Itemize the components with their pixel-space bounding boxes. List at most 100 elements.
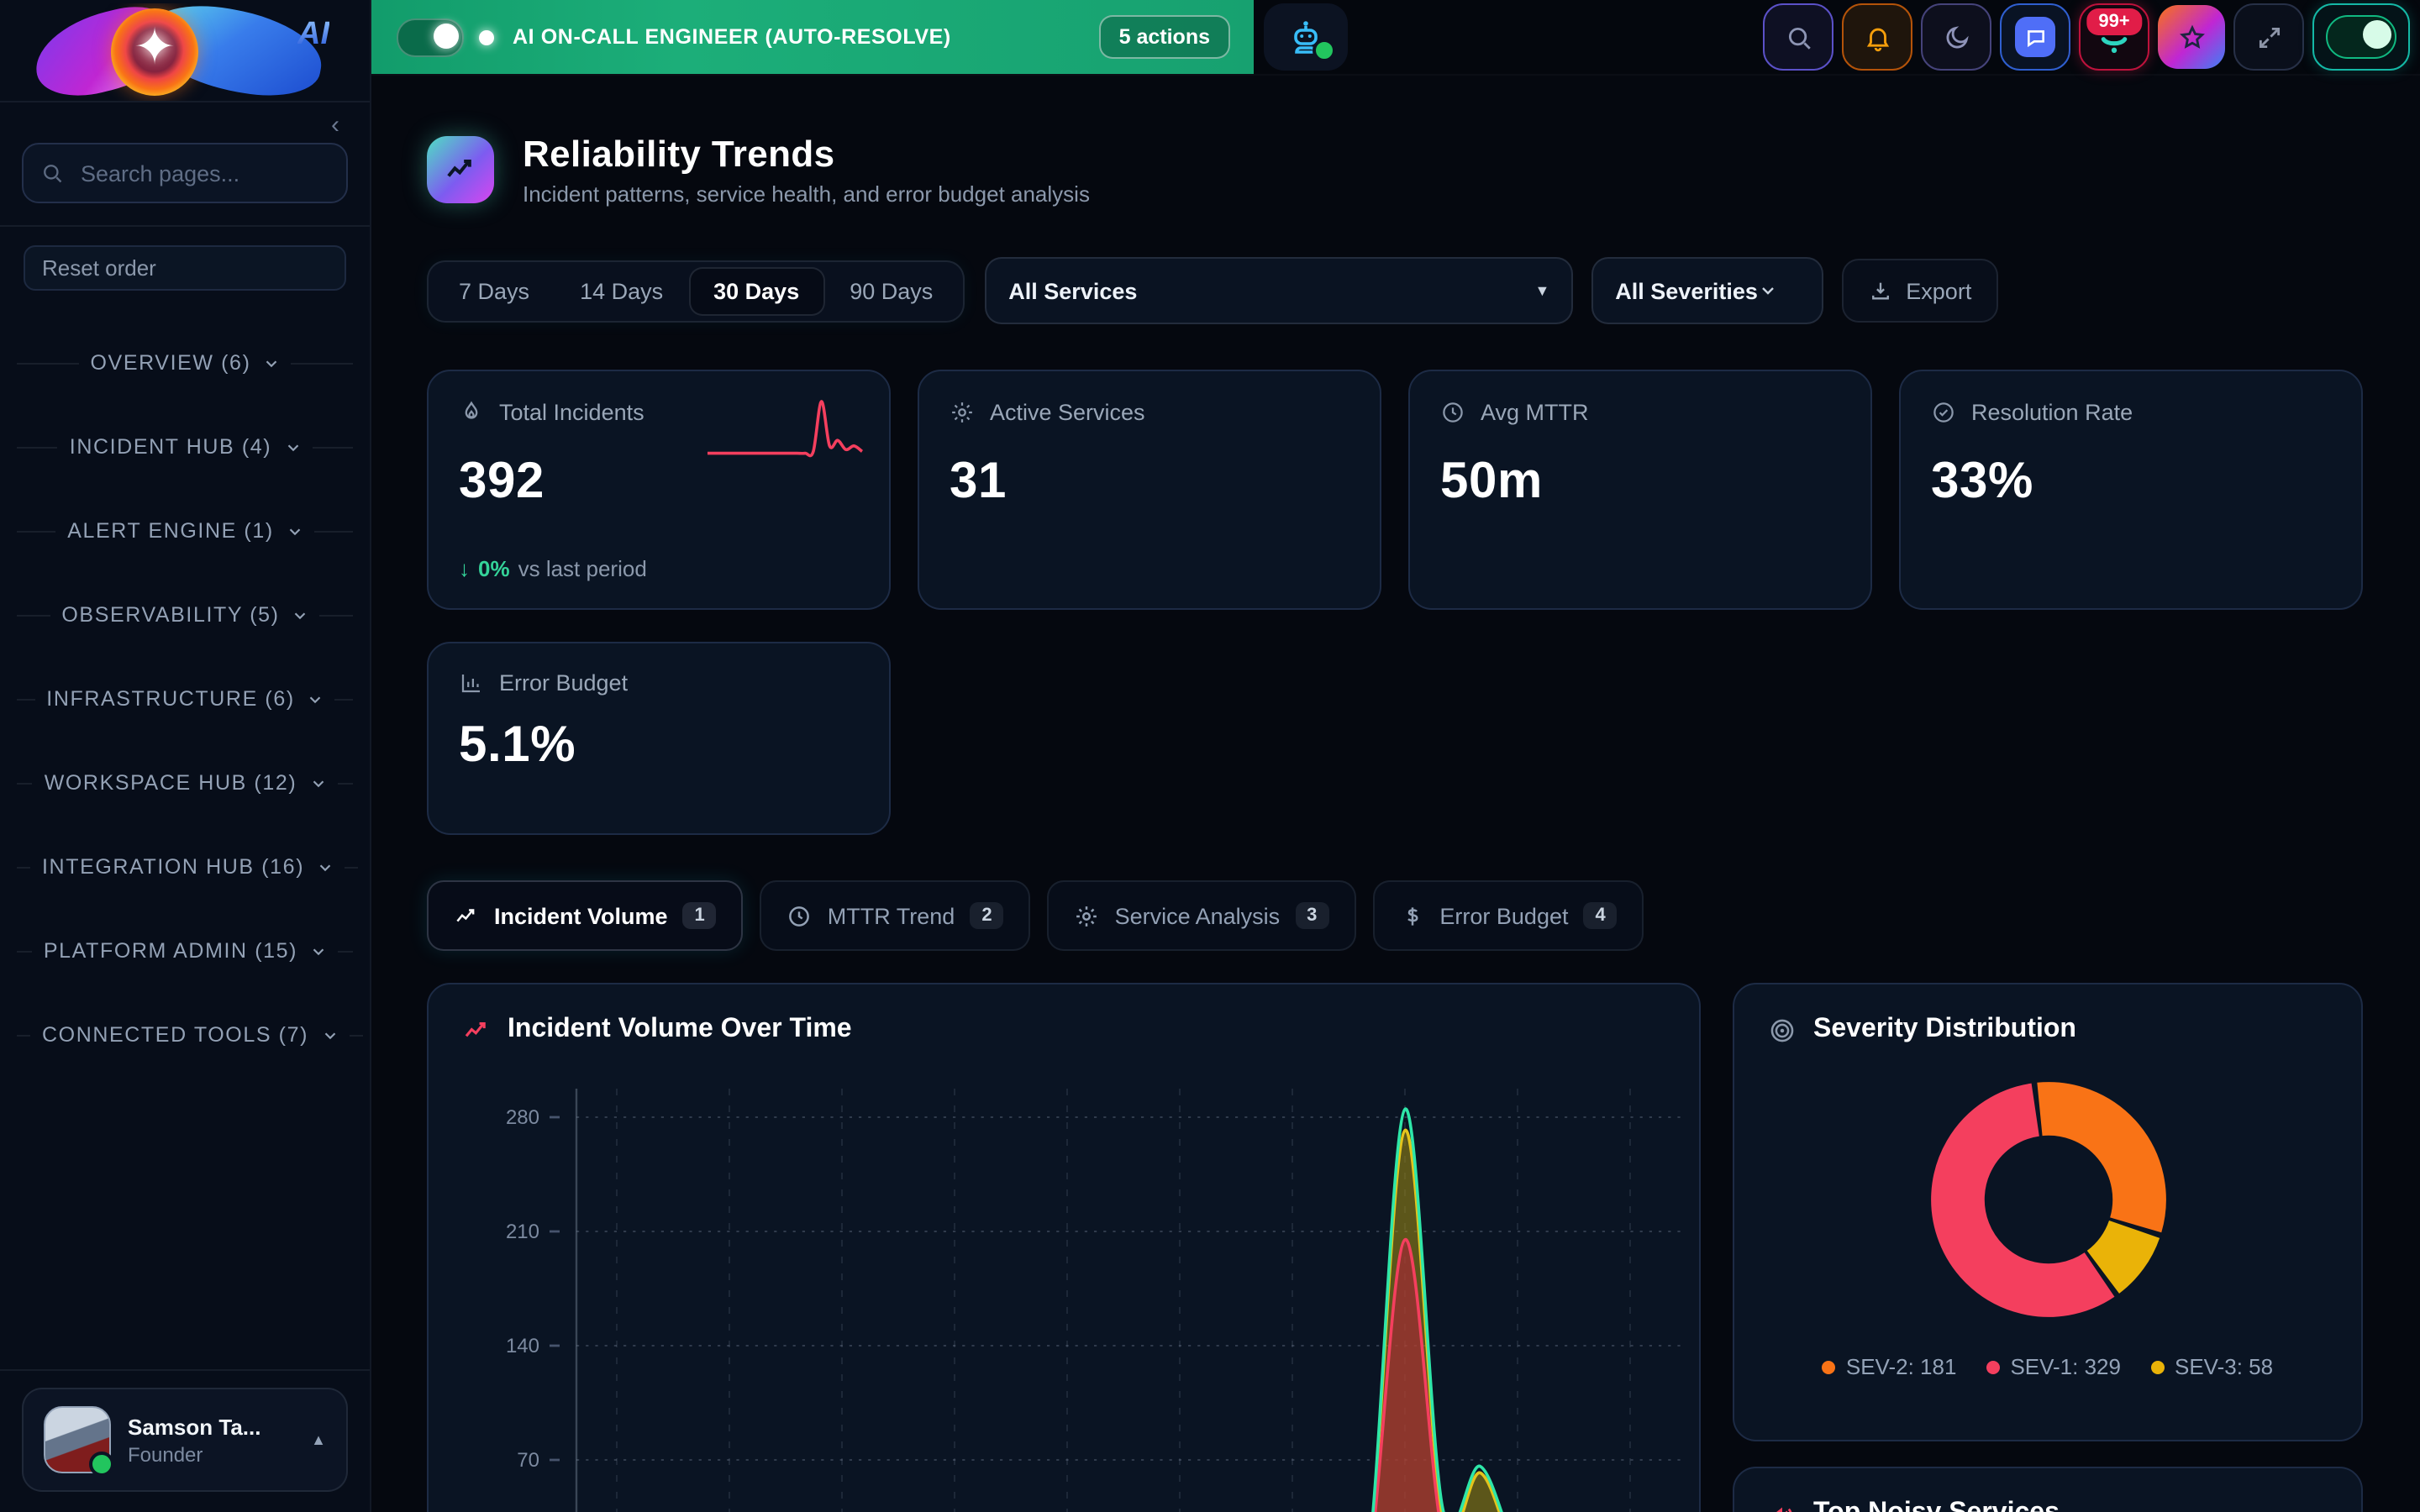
chevron-down-icon [1758,281,1778,301]
app-logo: ✦ AI [13,3,356,101]
page-subtitle: Incident patterns, service health, and e… [523,181,1090,207]
severity-distribution-panel: Severity Distribution SEV-2: 181 SEV-1: … [1733,983,2363,1441]
tab-error-budget[interactable]: Error Budget4 [1372,880,1644,951]
gear-icon [950,400,975,425]
sidebar-collapse-icon[interactable]: ‹ [331,114,339,138]
bar-chart-icon [459,670,484,696]
chevron-down-icon [309,942,328,960]
trend-down-icon: ↓ [459,556,470,581]
tab-service-analysis[interactable]: Service Analysis3 [1048,880,1356,951]
main-area: AI ON-CALL ENGINEER (AUTO-RESOLVE) 5 act… [371,0,2420,1512]
severities-select[interactable]: All Severities [1591,257,1823,324]
svg-text:70: 70 [517,1449,539,1472]
sidebar-item-label: OBSERVABILITY (5) [61,603,279,627]
chevron-down-icon [263,354,281,372]
sidebar-item-incident-hub[interactable]: INCIDENT HUB (4) [0,405,370,489]
range-90-days[interactable]: 90 Days [824,266,958,315]
stat-label: Resolution Rate [1971,400,2133,425]
actions-count-button[interactable]: 5 actions [1099,15,1230,59]
right-column: Severity Distribution SEV-2: 181 SEV-1: … [1733,983,2363,1512]
range-7-days[interactable]: 7 Days [434,266,555,315]
bot-smile-icon [2100,30,2128,59]
flame-icon [459,400,484,425]
sidebar-item-platform-admin[interactable]: PLATFORM ADMIN (15) [0,909,370,993]
global-toggle[interactable] [2312,3,2410,71]
legend-item-sev1: SEV-1: 329 [1986,1354,2121,1379]
services-select[interactable]: All Services ▼ [985,257,1573,324]
user-profile-card[interactable]: Samson Ta... Founder ▲ [22,1388,348,1492]
sidebar-item-alert-engine[interactable]: ALERT ENGINE (1) [0,489,370,573]
sidebar-item-label: INTEGRATION HUB (16) [42,855,304,879]
incidents-sparkline [704,391,865,465]
sidebar-divider-2 [0,225,370,227]
ai-oncall-toggle[interactable] [397,18,464,56]
chat-button[interactable] [2000,3,2070,71]
reset-order-button[interactable]: Reset order [24,245,346,291]
expand-icon [2254,23,2283,51]
services-select-value: All Services [1008,278,1137,303]
panels-row: Incident Volume Over Time 70140210280 Se… [427,983,2363,1512]
online-status-dot [89,1452,114,1477]
logo-ai-text: AI [297,17,329,54]
severity-donut-chart [1910,1062,2186,1337]
sidebar-item-label: PLATFORM ADMIN (15) [44,939,297,963]
tab-incident-volume[interactable]: Incident Volume1 [427,880,744,951]
delta-value: 0% [478,556,510,581]
panel-title: Top Noisy Services [1813,1499,2060,1512]
search-icon [1784,23,1812,51]
chart-tabs: Incident Volume1 MTTR Trend2 Service Ana… [427,880,2363,951]
sidebar-search[interactable] [22,143,348,203]
search-input[interactable] [77,159,329,187]
delta-note: vs last period [518,556,647,581]
sidebar-item-connected-tools[interactable]: CONNECTED TOOLS (7) [0,993,370,1077]
error-budget-row: Error Budget 5.1% [427,642,2363,835]
stat-label: Active Services [990,400,1145,425]
export-button[interactable]: Export [1842,259,1998,323]
trend-up-icon [427,136,494,203]
tab-badge: 3 [1295,902,1328,929]
chevron-down-icon [283,438,302,456]
sidebar-item-integration-hub[interactable]: INTEGRATION HUB (16) [0,825,370,909]
sidebar-item-overview[interactable]: OVERVIEW (6) [0,321,370,405]
legend-dot [1823,1360,1836,1373]
top-noisy-services-panel: Top Noisy Services [1733,1467,2363,1512]
panel-title: Incident Volume Over Time [508,1015,852,1045]
incident-volume-panel: Incident Volume Over Time 70140210280 [427,983,1701,1512]
sidebar-divider [0,101,370,102]
filter-bar: 7 Days 14 Days 30 Days 90 Days All Servi… [427,257,2363,324]
sidebar-item-label: INFRASTRUCTURE (6) [46,687,294,711]
sidebar-item-label: INCIDENT HUB (4) [70,435,271,459]
topbar: AI ON-CALL ENGINEER (AUTO-RESOLVE) 5 act… [371,0,2420,76]
range-30-days[interactable]: 30 Days [688,266,824,315]
sidebar-item-observability[interactable]: OBSERVABILITY (5) [0,573,370,657]
search-icon [40,161,64,185]
svg-text:140: 140 [506,1335,539,1357]
range-14-days[interactable]: 14 Days [555,266,688,315]
ai-assistant-button[interactable] [1264,3,1348,71]
stat-card-avg-mttr: Avg MTTR 50m [1408,370,1872,610]
severity-legend: SEV-2: 181 SEV-1: 329 SEV-3: 58 [1734,1354,2361,1379]
favorites-button[interactable] [2158,5,2225,69]
sidebar-item-workspace-hub[interactable]: WORKSPACE HUB (12) [0,741,370,825]
tab-mttr-trend[interactable]: MTTR Trend2 [760,880,1031,951]
panel-title: Severity Distribution [1813,1015,2076,1045]
banner-label: AI ON-CALL ENGINEER (AUTO-RESOLVE) [513,25,951,49]
legend-item-sev3: SEV-3: 58 [2151,1354,2273,1379]
page-header: Reliability Trends Incident patterns, se… [427,133,2363,207]
app-root: ✦ AI ‹ Reset order OVERVIEW (6) INCIDENT… [0,0,2420,1512]
notifications-button[interactable] [1842,3,1912,71]
tab-badge: 1 [683,902,717,929]
theme-toggle-button[interactable] [1921,3,1991,71]
robot-status-dot [1313,39,1336,62]
trend-up-icon [462,1016,491,1044]
page-content: Reliability Trends Incident patterns, se… [371,76,2420,1512]
stat-label: Total Incidents [499,400,644,425]
alerts-button[interactable]: 99+ [2079,3,2149,71]
stat-value: 31 [950,454,1349,511]
chevron-down-icon [307,690,325,708]
search-button[interactable] [1763,3,1833,71]
fullscreen-button[interactable] [2233,3,2304,71]
sidebar-item-infrastructure[interactable]: INFRASTRUCTURE (6) [0,657,370,741]
time-range-segmented-control: 7 Days 14 Days 30 Days 90 Days [427,260,965,322]
chevron-down-icon [286,522,304,540]
